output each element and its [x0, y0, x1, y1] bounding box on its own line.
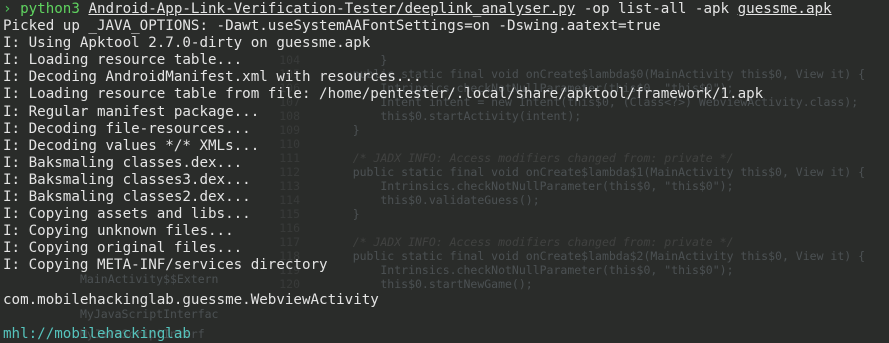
output-line: I: Decoding values */* XMLs...: [3, 137, 260, 154]
output-line: I: Using Apktool 2.7.0-dirty on guessme.…: [3, 35, 371, 52]
output-line: I: Copying unknown files...: [3, 223, 234, 240]
output-line: I: Baksmaling classes3.dex...: [3, 171, 251, 188]
output-line: I: Decoding file-resources...: [3, 120, 251, 137]
script-path: Android-App-Link-Verification-Tester/dee…: [88, 1, 576, 17]
output-line: I: Copying assets and libs...: [3, 206, 251, 223]
result-line: com.mobilehackinglab.guessme.WebviewActi…: [3, 291, 379, 308]
apk-flag: -apk: [694, 1, 730, 17]
output-line: I: Loading resource table from file: /ho…: [3, 86, 764, 103]
output-line: I: Decoding AndroidManifest.xml with res…: [3, 69, 422, 86]
op-flag: -op: [583, 1, 610, 17]
op-value: list-all: [618, 1, 687, 17]
terminal-window[interactable]: 104 105 106 107 108 109 110 111 112 113 114 115 116 1…: [0, 0, 889, 343]
command-name: python3: [20, 1, 80, 17]
output-line: I: Copying original files...: [3, 240, 243, 257]
terminal-output: › python3 Android-App-Link-Verification-…: [3, 1, 887, 343]
apk-file: guessme.apk: [737, 1, 832, 17]
output-line: I: Regular manifest package...: [3, 103, 260, 120]
shell-prompt[interactable]: mhl://mobilehackinglab: [3, 326, 887, 343]
output-line: I: Baksmaling classes.dex...: [3, 154, 243, 171]
command-line: › python3 Android-App-Link-Verification-…: [3, 1, 887, 18]
output-line: I: Copying META-INF/services directory: [3, 257, 328, 274]
output-line: Picked up _JAVA_OPTIONS: -Dawt.useSystem…: [3, 18, 661, 35]
output-line: I: Baksmaling classes2.dex...: [3, 189, 251, 206]
output-line: I: Loading resource table...: [3, 52, 243, 69]
prompt-arrow-icon: ›: [3, 1, 12, 17]
